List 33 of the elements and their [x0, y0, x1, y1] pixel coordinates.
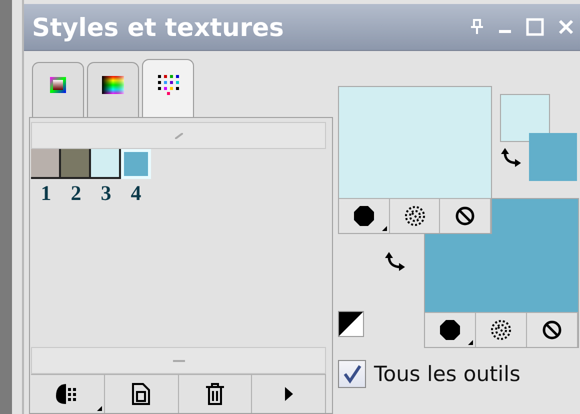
window-title: Styles et textures: [32, 12, 285, 42]
color-swatch[interactable]: [31, 149, 61, 179]
color-swatch[interactable]: [91, 149, 121, 179]
foreground-color[interactable]: [339, 87, 491, 198]
octagon-icon: [439, 319, 461, 341]
corner-triangle-icon: [96, 406, 102, 411]
tab[interactable]: [87, 62, 139, 117]
checkmark-icon: [342, 364, 362, 384]
checkbox-label: Tous les outils: [374, 362, 520, 386]
dot-grid-icon: [156, 72, 180, 94]
swatch-number: 2: [70, 180, 82, 207]
gradient-square-icon: [49, 76, 67, 94]
prohibited-icon: [454, 205, 476, 227]
color-swatch[interactable]: [61, 149, 91, 179]
dotted-circle-icon: [489, 318, 513, 342]
octagon-icon: [352, 205, 375, 227]
tab[interactable]: [32, 62, 84, 117]
trash-icon: [204, 382, 225, 406]
swatch-number: 4: [130, 180, 142, 207]
dotted-circle-icon: [402, 204, 426, 228]
corner-triangle-icon: [382, 226, 387, 231]
small-foreground-swatch[interactable]: [500, 94, 550, 142]
spectrum-icon: [102, 76, 124, 94]
swatch-number: 1: [40, 180, 52, 207]
corner-triangle-icon: [468, 340, 473, 345]
reset-colors-icon[interactable]: [338, 311, 364, 337]
prohibited-icon: [541, 319, 563, 341]
triangle-right-icon: [284, 386, 294, 402]
document-icon: [131, 382, 152, 406]
small-background-swatch[interactable]: [529, 133, 577, 181]
swatch-number: 3: [100, 180, 112, 207]
checkbox[interactable]: [338, 360, 366, 388]
tab[interactable]: [142, 59, 194, 117]
